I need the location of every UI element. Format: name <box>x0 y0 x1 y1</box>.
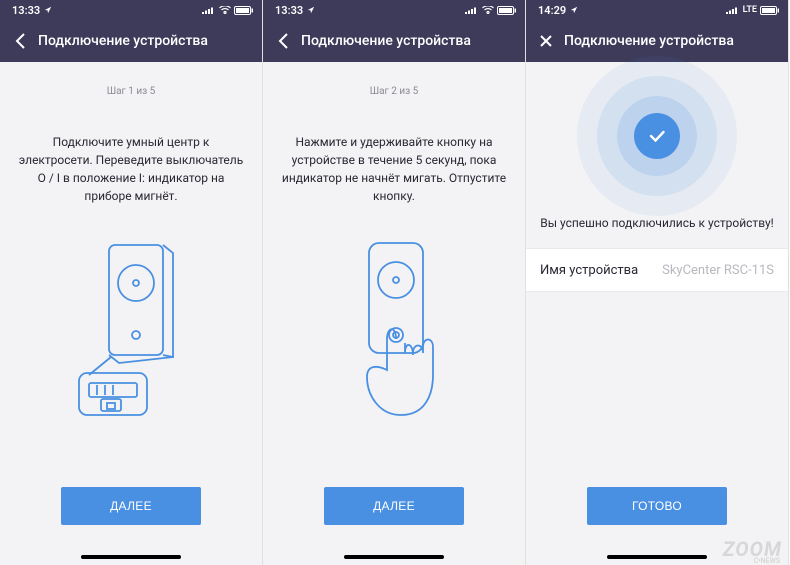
page-title: Подключение устройства <box>38 33 208 49</box>
status-bar: 14:29 LTE <box>526 0 788 20</box>
device-name-value: SkyCenter RSC-11S <box>662 263 774 278</box>
device-name-field[interactable]: Имя устройства SkyCenter RSC-11S <box>526 248 788 292</box>
page-title: Подключение устройства <box>564 33 734 49</box>
success-message: Вы успешно подключились к устройству! <box>540 216 774 230</box>
wifi-icon <box>219 6 231 14</box>
next-button[interactable]: ДАЛЕЕ <box>61 487 201 525</box>
location-icon <box>570 6 578 14</box>
done-button[interactable]: ГОТОВО <box>587 487 727 525</box>
success-area: Вы успешно подключились к устройству! Им… <box>526 62 788 292</box>
signal-icon <box>465 6 479 14</box>
screen-step-2: 13:33 Подключение устройства Шаг 2 из 5 … <box>263 0 526 565</box>
success-badge <box>567 76 747 196</box>
location-icon <box>44 6 52 14</box>
location-icon <box>307 6 315 14</box>
signal-icon <box>726 6 740 14</box>
status-time: 13:33 <box>12 4 40 17</box>
home-indicator[interactable] <box>81 555 181 559</box>
status-bar: 13:33 <box>0 0 262 20</box>
step-indicator: Шаг 1 из 5 <box>107 86 156 97</box>
back-icon[interactable] <box>10 31 30 51</box>
battery-icon <box>234 6 254 15</box>
back-icon[interactable] <box>273 31 293 51</box>
page-title: Подключение устройства <box>301 33 471 49</box>
step-description: Нажмите и удерживайте кнопку на устройст… <box>277 133 511 205</box>
screen-success: 14:29 LTE Подключение устройства <box>526 0 789 565</box>
home-indicator[interactable] <box>607 555 707 559</box>
network-label: LTE <box>743 5 757 15</box>
step-indicator: Шаг 2 из 5 <box>370 86 419 97</box>
status-bar: 13:33 <box>263 0 525 20</box>
status-time: 14:29 <box>538 4 566 17</box>
device-illustration <box>41 235 221 435</box>
page-header: Подключение устройства <box>0 20 262 62</box>
battery-icon <box>497 6 517 15</box>
wifi-icon <box>482 6 494 14</box>
screen-step-1: 13:33 Подключение устройства Шаг 1 из 5 … <box>0 0 263 565</box>
close-icon[interactable] <box>536 31 556 51</box>
next-button[interactable]: ДАЛЕЕ <box>324 487 464 525</box>
page-header: Подключение устройства <box>263 20 525 62</box>
device-name-label: Имя устройства <box>540 263 638 278</box>
checkmark-icon <box>646 125 668 147</box>
device-press-illustration <box>304 235 484 435</box>
watermark-sub: C•NEWS <box>754 557 780 565</box>
step-description: Подключите умный центр к электросети. Пе… <box>14 133 248 205</box>
status-time: 13:33 <box>275 4 303 17</box>
home-indicator[interactable] <box>344 555 444 559</box>
battery-icon <box>760 6 780 15</box>
signal-icon <box>202 6 216 14</box>
